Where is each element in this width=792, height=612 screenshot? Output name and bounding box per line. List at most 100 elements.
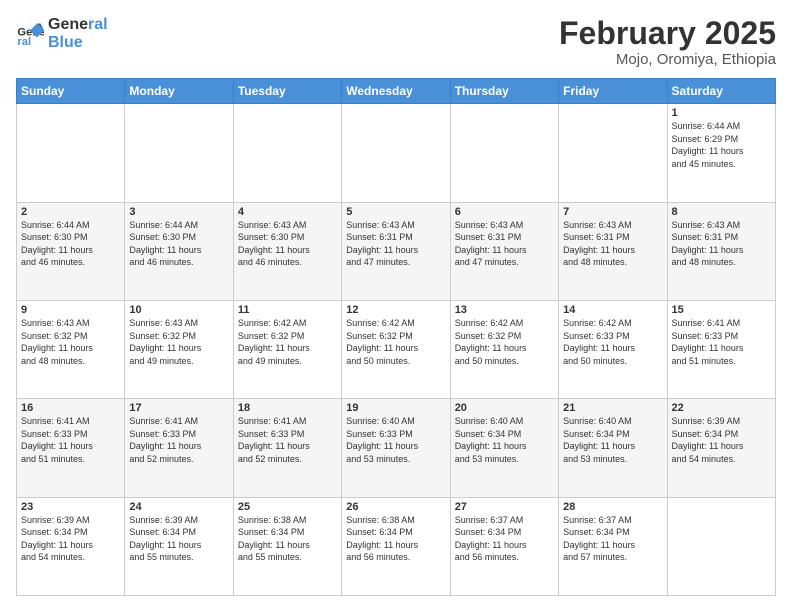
day-info: Sunrise: 6:40 AMSunset: 6:34 PMDaylight:…	[455, 415, 554, 465]
calendar-cell: 6Sunrise: 6:43 AMSunset: 6:31 PMDaylight…	[450, 202, 558, 300]
day-info: Sunrise: 6:41 AMSunset: 6:33 PMDaylight:…	[672, 317, 771, 367]
day-info: Sunrise: 6:41 AMSunset: 6:33 PMDaylight:…	[129, 415, 228, 465]
day-info: Sunrise: 6:43 AMSunset: 6:32 PMDaylight:…	[129, 317, 228, 367]
day-number: 17	[129, 402, 228, 414]
day-number: 22	[672, 402, 771, 414]
calendar-cell	[667, 497, 775, 595]
calendar-cell: 12Sunrise: 6:42 AMSunset: 6:32 PMDayligh…	[342, 300, 450, 398]
day-number: 7	[563, 206, 662, 218]
day-number: 28	[563, 501, 662, 513]
calendar-cell	[233, 104, 341, 202]
day-number: 11	[238, 304, 337, 316]
calendar-week-row-1: 1Sunrise: 6:44 AMSunset: 6:29 PMDaylight…	[17, 104, 776, 202]
calendar-cell: 17Sunrise: 6:41 AMSunset: 6:33 PMDayligh…	[125, 399, 233, 497]
logo-line1: General	[48, 16, 108, 34]
svg-text:ral: ral	[17, 36, 31, 48]
calendar-cell: 4Sunrise: 6:43 AMSunset: 6:30 PMDaylight…	[233, 202, 341, 300]
day-info: Sunrise: 6:43 AMSunset: 6:31 PMDaylight:…	[563, 219, 662, 269]
logo: Gene ral General Blue	[16, 16, 108, 51]
day-number: 1	[672, 107, 771, 119]
day-number: 10	[129, 304, 228, 316]
weekday-header-tuesday: Tuesday	[233, 79, 341, 104]
calendar-cell: 21Sunrise: 6:40 AMSunset: 6:34 PMDayligh…	[559, 399, 667, 497]
day-number: 3	[129, 206, 228, 218]
calendar-cell: 22Sunrise: 6:39 AMSunset: 6:34 PMDayligh…	[667, 399, 775, 497]
day-number: 13	[455, 304, 554, 316]
page: Gene ral General Blue February 2025 Mojo…	[0, 0, 792, 612]
logo-line2: Blue	[48, 34, 108, 52]
day-info: Sunrise: 6:42 AMSunset: 6:33 PMDaylight:…	[563, 317, 662, 367]
calendar-cell: 1Sunrise: 6:44 AMSunset: 6:29 PMDaylight…	[667, 104, 775, 202]
day-number: 9	[21, 304, 120, 316]
calendar-cell: 11Sunrise: 6:42 AMSunset: 6:32 PMDayligh…	[233, 300, 341, 398]
calendar-cell: 2Sunrise: 6:44 AMSunset: 6:30 PMDaylight…	[17, 202, 125, 300]
logo-text-block: General Blue	[48, 16, 108, 51]
calendar-cell: 25Sunrise: 6:38 AMSunset: 6:34 PMDayligh…	[233, 497, 341, 595]
day-info: Sunrise: 6:43 AMSunset: 6:32 PMDaylight:…	[21, 317, 120, 367]
day-info: Sunrise: 6:43 AMSunset: 6:30 PMDaylight:…	[238, 219, 337, 269]
day-info: Sunrise: 6:43 AMSunset: 6:31 PMDaylight:…	[455, 219, 554, 269]
day-number: 2	[21, 206, 120, 218]
calendar-cell: 14Sunrise: 6:42 AMSunset: 6:33 PMDayligh…	[559, 300, 667, 398]
calendar-cell: 20Sunrise: 6:40 AMSunset: 6:34 PMDayligh…	[450, 399, 558, 497]
day-number: 20	[455, 402, 554, 414]
day-info: Sunrise: 6:40 AMSunset: 6:33 PMDaylight:…	[346, 415, 445, 465]
day-info: Sunrise: 6:41 AMSunset: 6:33 PMDaylight:…	[238, 415, 337, 465]
calendar-cell: 10Sunrise: 6:43 AMSunset: 6:32 PMDayligh…	[125, 300, 233, 398]
day-info: Sunrise: 6:38 AMSunset: 6:34 PMDaylight:…	[238, 514, 337, 564]
day-info: Sunrise: 6:38 AMSunset: 6:34 PMDaylight:…	[346, 514, 445, 564]
calendar-cell: 9Sunrise: 6:43 AMSunset: 6:32 PMDaylight…	[17, 300, 125, 398]
title-block: February 2025 Mojo, Oromiya, Ethiopia	[559, 16, 776, 68]
day-info: Sunrise: 6:41 AMSunset: 6:33 PMDaylight:…	[21, 415, 120, 465]
day-info: Sunrise: 6:42 AMSunset: 6:32 PMDaylight:…	[455, 317, 554, 367]
weekday-header-row: SundayMondayTuesdayWednesdayThursdayFrid…	[17, 79, 776, 104]
weekday-header-thursday: Thursday	[450, 79, 558, 104]
calendar-cell: 28Sunrise: 6:37 AMSunset: 6:34 PMDayligh…	[559, 497, 667, 595]
header: Gene ral General Blue February 2025 Mojo…	[16, 16, 776, 68]
day-number: 14	[563, 304, 662, 316]
day-number: 18	[238, 402, 337, 414]
calendar-week-row-3: 9Sunrise: 6:43 AMSunset: 6:32 PMDaylight…	[17, 300, 776, 398]
calendar-cell: 27Sunrise: 6:37 AMSunset: 6:34 PMDayligh…	[450, 497, 558, 595]
day-number: 15	[672, 304, 771, 316]
calendar-cell: 7Sunrise: 6:43 AMSunset: 6:31 PMDaylight…	[559, 202, 667, 300]
day-number: 5	[346, 206, 445, 218]
day-number: 6	[455, 206, 554, 218]
day-info: Sunrise: 6:43 AMSunset: 6:31 PMDaylight:…	[346, 219, 445, 269]
calendar-cell	[342, 104, 450, 202]
day-info: Sunrise: 6:43 AMSunset: 6:31 PMDaylight:…	[672, 219, 771, 269]
day-info: Sunrise: 6:39 AMSunset: 6:34 PMDaylight:…	[21, 514, 120, 564]
day-info: Sunrise: 6:44 AMSunset: 6:29 PMDaylight:…	[672, 120, 771, 170]
calendar-cell: 24Sunrise: 6:39 AMSunset: 6:34 PMDayligh…	[125, 497, 233, 595]
day-info: Sunrise: 6:37 AMSunset: 6:34 PMDaylight:…	[563, 514, 662, 564]
day-info: Sunrise: 6:44 AMSunset: 6:30 PMDaylight:…	[21, 219, 120, 269]
day-info: Sunrise: 6:39 AMSunset: 6:34 PMDaylight:…	[672, 415, 771, 465]
calendar-cell: 3Sunrise: 6:44 AMSunset: 6:30 PMDaylight…	[125, 202, 233, 300]
day-number: 26	[346, 501, 445, 513]
day-info: Sunrise: 6:39 AMSunset: 6:34 PMDaylight:…	[129, 514, 228, 564]
day-number: 16	[21, 402, 120, 414]
calendar-cell: 13Sunrise: 6:42 AMSunset: 6:32 PMDayligh…	[450, 300, 558, 398]
calendar-cell	[450, 104, 558, 202]
day-info: Sunrise: 6:37 AMSunset: 6:34 PMDaylight:…	[455, 514, 554, 564]
logo-icon: Gene ral	[16, 20, 44, 48]
weekday-header-friday: Friday	[559, 79, 667, 104]
day-number: 19	[346, 402, 445, 414]
day-number: 24	[129, 501, 228, 513]
calendar-cell: 5Sunrise: 6:43 AMSunset: 6:31 PMDaylight…	[342, 202, 450, 300]
calendar-cell: 18Sunrise: 6:41 AMSunset: 6:33 PMDayligh…	[233, 399, 341, 497]
day-number: 25	[238, 501, 337, 513]
calendar-cell: 26Sunrise: 6:38 AMSunset: 6:34 PMDayligh…	[342, 497, 450, 595]
calendar-week-row-5: 23Sunrise: 6:39 AMSunset: 6:34 PMDayligh…	[17, 497, 776, 595]
day-number: 12	[346, 304, 445, 316]
day-number: 4	[238, 206, 337, 218]
calendar-cell: 15Sunrise: 6:41 AMSunset: 6:33 PMDayligh…	[667, 300, 775, 398]
day-number: 21	[563, 402, 662, 414]
calendar-cell: 8Sunrise: 6:43 AMSunset: 6:31 PMDaylight…	[667, 202, 775, 300]
calendar-cell: 19Sunrise: 6:40 AMSunset: 6:33 PMDayligh…	[342, 399, 450, 497]
day-info: Sunrise: 6:42 AMSunset: 6:32 PMDaylight:…	[346, 317, 445, 367]
day-number: 8	[672, 206, 771, 218]
calendar-week-row-4: 16Sunrise: 6:41 AMSunset: 6:33 PMDayligh…	[17, 399, 776, 497]
calendar-cell	[559, 104, 667, 202]
weekday-header-sunday: Sunday	[17, 79, 125, 104]
